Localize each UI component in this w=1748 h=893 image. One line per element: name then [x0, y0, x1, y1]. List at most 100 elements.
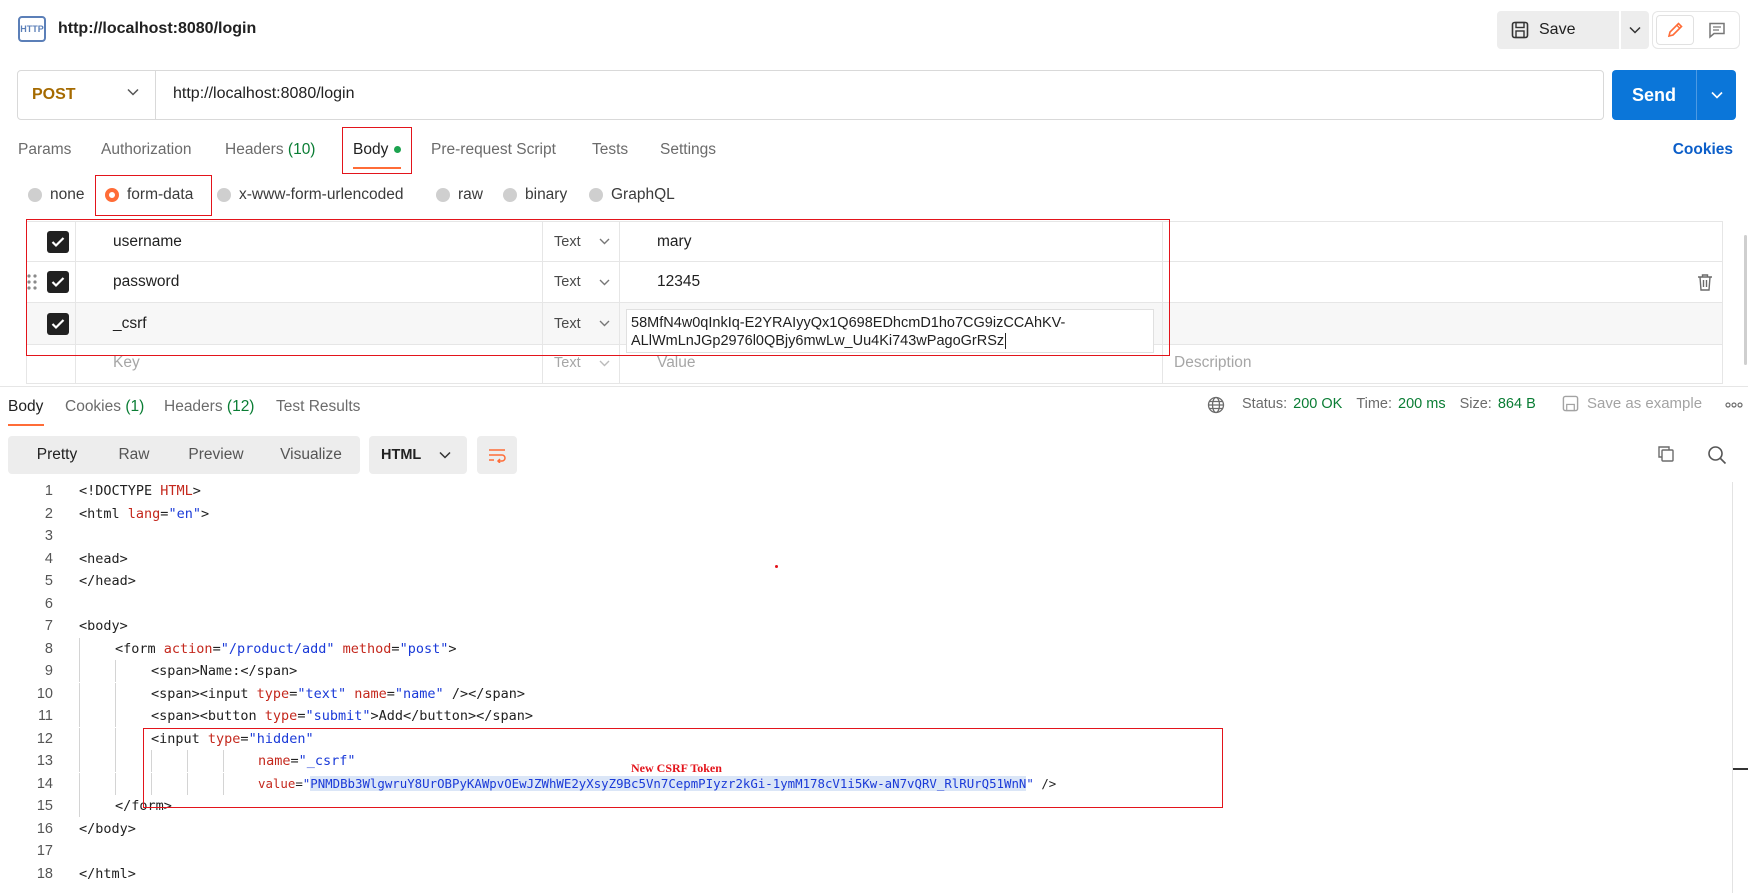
- indent-guide: [79, 682, 80, 705]
- scrollbar-thumb[interactable]: [1744, 235, 1747, 365]
- response-tab-headers[interactable]: Headers (12): [164, 398, 254, 416]
- language-select[interactable]: HTML: [369, 436, 467, 474]
- tab-label: Headers: [164, 398, 223, 415]
- line-number: 3: [44, 528, 53, 544]
- indent-guide: [79, 750, 80, 772]
- code-token: "submit": [305, 708, 371, 724]
- line-number: 14: [36, 775, 53, 792]
- code-token: "text": [297, 685, 347, 702]
- radio-circle: [589, 188, 603, 202]
- code-line: 2 <html lang="en">: [0, 503, 1730, 525]
- radio-x-www-form-urlencoded[interactable]: x-www-form-urlencoded: [217, 186, 404, 204]
- tab-count: (12): [226, 398, 255, 415]
- radio-label: none: [50, 186, 85, 203]
- send-button[interactable]: Send: [1612, 70, 1696, 120]
- code-text: <form action="/product/add" method="post…: [115, 641, 456, 657]
- tab-pre-request-script[interactable]: Pre-request Script: [431, 141, 556, 159]
- copy-icon[interactable]: [1657, 445, 1675, 463]
- view-preview[interactable]: Preview: [168, 440, 264, 470]
- description-input[interactable]: Description: [1163, 345, 1722, 383]
- edit-mode-button[interactable]: [1656, 15, 1694, 45]
- code-line: 4 <head>: [0, 548, 1730, 570]
- response-code-view[interactable]: 1 <!DOCTYPE HTML> 2 <html lang="en"> 3 4 <h…: [0, 480, 1748, 893]
- search-icon[interactable]: [1707, 445, 1727, 465]
- line-number: 8: [44, 640, 53, 657]
- tab-headers[interactable]: Headers (10): [225, 141, 315, 159]
- comments-button[interactable]: [1698, 15, 1736, 45]
- code-line: 16 </body>: [0, 818, 1730, 840]
- wrap-lines-icon: [489, 449, 506, 463]
- word-wrap-button[interactable]: [477, 436, 517, 474]
- time-value[interactable]: 200 ms: [1398, 396, 1446, 412]
- code-line: 7 <body>: [0, 615, 1730, 637]
- chevron-down-icon: [1710, 91, 1723, 99]
- view-pretty[interactable]: Pretty: [12, 440, 102, 470]
- globe-icon[interactable]: [1207, 396, 1225, 414]
- code-text: <html lang="en">: [79, 506, 209, 522]
- save-icon: [1562, 395, 1579, 412]
- code-token: <!DOCTYPE: [79, 483, 161, 499]
- scrollbar-marker: [1733, 768, 1748, 770]
- code-text: <body>: [79, 618, 128, 634]
- indent-guide: [79, 705, 80, 727]
- line-number: 7: [44, 618, 53, 634]
- tab-label: Params: [18, 141, 72, 158]
- method-value: POST: [32, 86, 76, 103]
- chevron-down-icon: [127, 88, 139, 96]
- radio-binary[interactable]: binary: [503, 186, 567, 204]
- code-line: 6: [0, 593, 1730, 615]
- view-raw[interactable]: Raw: [102, 440, 166, 470]
- line-number: 4: [44, 550, 53, 567]
- code-token: >: [200, 505, 210, 522]
- send-options-button[interactable]: [1697, 70, 1736, 120]
- line-number: 6: [44, 595, 53, 612]
- description-input[interactable]: [1163, 222, 1722, 261]
- annotation-box-form-data: [95, 175, 212, 216]
- response-tab-test-results[interactable]: Test Results: [276, 398, 360, 416]
- radio-none[interactable]: none: [28, 186, 84, 204]
- save-as-example-button[interactable]: Save as example: [1562, 395, 1702, 412]
- save-label: Save: [1539, 21, 1576, 38]
- tab-label: Settings: [660, 141, 717, 158]
- description-input[interactable]: [1163, 262, 1722, 302]
- code-token: "post": [399, 640, 449, 657]
- save-icon: [1511, 21, 1529, 39]
- code-token: type: [264, 708, 298, 724]
- active-tab-indicator: [8, 424, 44, 426]
- trash-icon[interactable]: [1697, 273, 1713, 291]
- save-button[interactable]: Save: [1497, 11, 1619, 49]
- tab-label: Test Results: [276, 398, 361, 415]
- size-value[interactable]: 864 B: [1498, 396, 1536, 412]
- method-select[interactable]: POST: [18, 71, 156, 119]
- radio-label: GraphQL: [611, 186, 675, 203]
- request-title[interactable]: http://localhost:8080/login: [58, 20, 256, 38]
- tab-authorization[interactable]: Authorization: [101, 141, 191, 159]
- line-number: 15: [36, 798, 53, 814]
- radio-raw[interactable]: raw: [436, 186, 483, 204]
- tab-settings[interactable]: Settings: [660, 141, 716, 159]
- description-input[interactable]: [1163, 303, 1722, 344]
- tab-label: Body: [8, 398, 44, 415]
- tab-tests[interactable]: Tests: [592, 141, 628, 159]
- indent-guide: [115, 750, 116, 772]
- radio-circle: [217, 188, 231, 202]
- code-scrollbar-track[interactable]: [1732, 482, 1733, 893]
- tab-params[interactable]: Params: [18, 141, 71, 159]
- more-options-icon[interactable]: [1725, 402, 1743, 408]
- status-label: Status:: [1242, 396, 1288, 412]
- line-number: 9: [44, 663, 53, 679]
- code-token: method: [342, 640, 392, 657]
- status-value[interactable]: 200 OK: [1293, 396, 1342, 412]
- view-visualize[interactable]: Visualize: [266, 440, 356, 470]
- code-token: >: [192, 483, 201, 499]
- response-tab-body[interactable]: Body: [8, 398, 43, 416]
- code-line: 17: [0, 840, 1730, 862]
- cookies-link[interactable]: Cookies: [1673, 141, 1733, 159]
- url-input[interactable]: http://localhost:8080/login: [173, 85, 354, 103]
- save-options-button[interactable]: [1621, 11, 1649, 49]
- response-tab-cookies[interactable]: Cookies (1): [65, 398, 144, 416]
- radio-graphql[interactable]: GraphQL: [589, 186, 675, 204]
- size-label: Size:: [1459, 396, 1492, 412]
- type-label: Text: [554, 355, 581, 371]
